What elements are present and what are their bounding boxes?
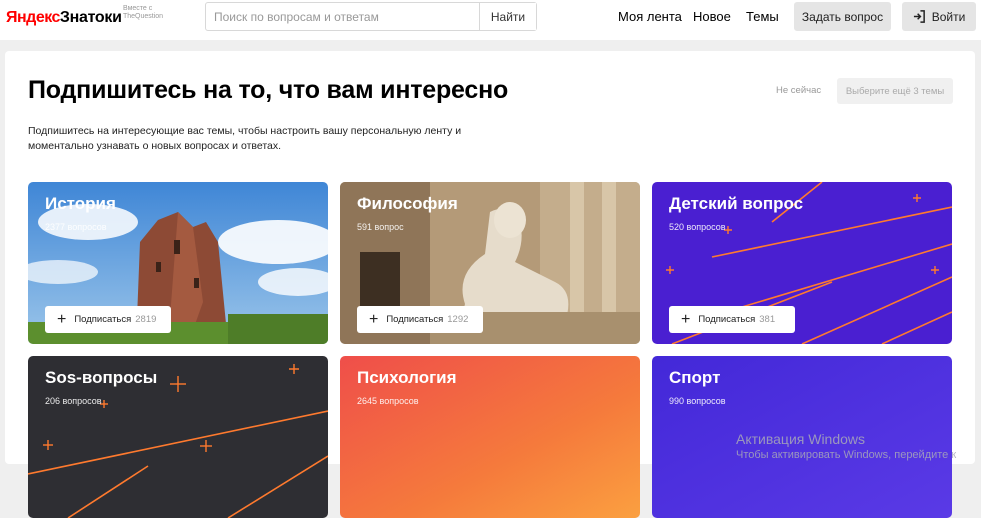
- topics-panel: Подпишитесь на то, что вам интересно Под…: [5, 51, 975, 518]
- topic-count: 990 вопросов: [669, 396, 726, 406]
- topic-count: 2645 вопросов: [357, 396, 419, 406]
- topic-title: Спорт: [669, 368, 721, 387]
- ask-question-button[interactable]: Задать вопрос: [794, 2, 891, 31]
- search-input[interactable]: [206, 3, 479, 30]
- logo-yandex: Яндекс: [6, 9, 60, 26]
- subscribe-label: Подписаться: [698, 314, 756, 325]
- topic-card-psychology[interactable]: Психология 2645 вопросов: [340, 356, 640, 518]
- topic-title: Психология: [357, 368, 457, 387]
- subscribe-label: Подписаться: [386, 314, 444, 325]
- nav-my-feed[interactable]: Моя лента: [618, 9, 682, 24]
- topic-count: 520 вопросов: [669, 222, 726, 232]
- topic-card-history[interactable]: История 2377 вопросов + Подписаться 2819: [28, 182, 328, 344]
- header: Яндекс Знатоки Вместе с TheQuestion Найт…: [0, 0, 981, 40]
- search-bar: Найти: [205, 2, 537, 31]
- logo-subtitle-text: Вместе с TheQuestion: [123, 5, 164, 20]
- topic-card-kids-question[interactable]: Детский вопрос 520 вопросов + Подписатьс…: [652, 182, 952, 344]
- choose-topics-button[interactable]: Выберите ещё 3 темы: [837, 78, 953, 104]
- nav-new[interactable]: Новое: [693, 9, 731, 24]
- search-button[interactable]: Найти: [479, 3, 536, 30]
- plus-icon: +: [369, 310, 379, 328]
- windows-activation-watermark: Активация Windows Чтобы активировать Win…: [736, 431, 956, 461]
- subscriber-count: 2819: [135, 314, 157, 325]
- topic-count: 2377 вопросов: [45, 222, 107, 232]
- logo-subtitle: Вместе с TheQuestion: [123, 5, 183, 21]
- logo[interactable]: Яндекс Знатоки: [6, 7, 122, 29]
- subscribe-button[interactable]: + Подписаться 381: [669, 306, 795, 333]
- watermark-title: Активация Windows: [736, 431, 866, 447]
- watermark-text: Чтобы активировать Windows, перейдите к: [736, 449, 957, 461]
- plus-icon: +: [681, 310, 691, 328]
- login-button[interactable]: Войти: [902, 2, 976, 31]
- plus-icon: +: [57, 310, 67, 328]
- topic-title: Sos-вопросы: [45, 368, 158, 387]
- topic-title: Детский вопрос: [669, 194, 804, 213]
- nav-topics[interactable]: Темы: [746, 9, 779, 24]
- topic-title: Философия: [357, 194, 458, 213]
- topic-card-sos-questions[interactable]: Sos-вопросы 206 вопросов: [28, 356, 328, 518]
- login-label: Войти: [931, 9, 966, 24]
- topic-card-philosophy[interactable]: Философия 591 вопрос + Подписаться 1292: [340, 182, 640, 344]
- subscribe-button[interactable]: + Подписаться 1292: [357, 306, 483, 333]
- logo-znatoki: Знатоки: [59, 9, 122, 26]
- page-title: Подпишитесь на то, что вам интересно: [28, 76, 509, 104]
- subscriber-count: 381: [759, 314, 776, 325]
- not-now-link[interactable]: Не сейчас: [776, 85, 821, 96]
- subscribe-button[interactable]: + Подписаться 2819: [45, 306, 171, 333]
- page-subtitle: Подпишитесь на интересующие вас темы, чт…: [28, 125, 462, 152]
- login-icon: [913, 10, 925, 23]
- topic-count: 206 вопросов: [45, 396, 102, 406]
- subscriber-count: 1292: [447, 314, 469, 325]
- subscribe-label: Подписаться: [74, 314, 132, 325]
- topic-title: История: [45, 194, 116, 213]
- topic-count: 591 вопрос: [357, 222, 404, 232]
